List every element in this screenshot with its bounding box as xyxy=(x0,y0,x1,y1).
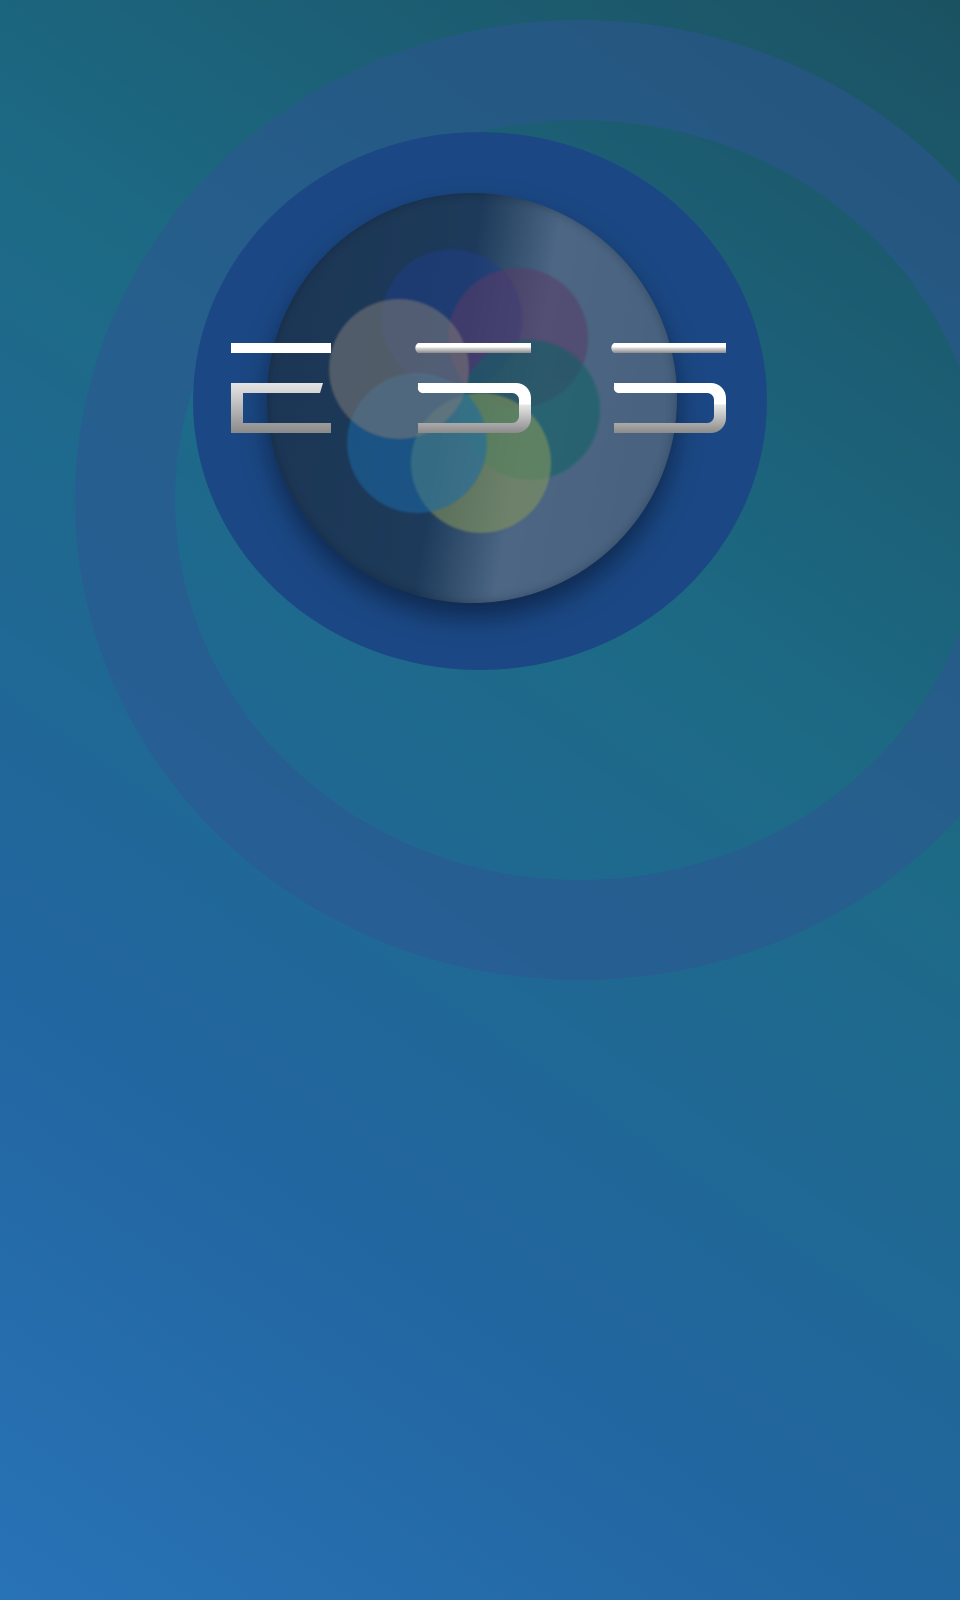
logo-wordmark xyxy=(231,343,726,433)
logo-letter-s-2 xyxy=(611,343,726,353)
app-logo xyxy=(228,343,728,438)
logo-letter-e xyxy=(231,343,331,433)
splash-screen xyxy=(0,0,960,1600)
